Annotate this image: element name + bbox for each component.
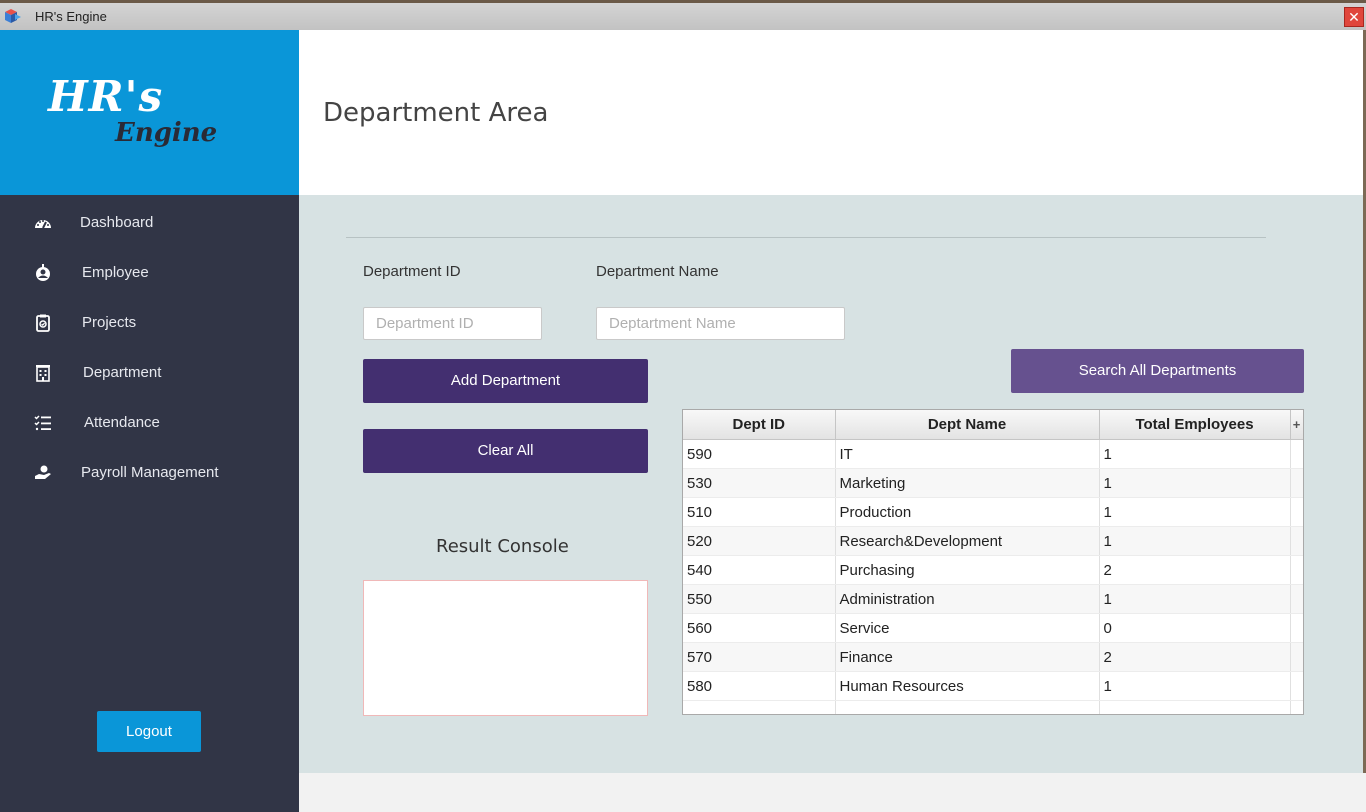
table-row[interactable]: 570 Finance 2 [683, 642, 1303, 672]
page-header: Department Area [299, 30, 1366, 195]
logo-area: HR's Engine [0, 30, 299, 195]
departments-table[interactable]: Dept ID Dept Name Total Employees + 590 I… [682, 409, 1304, 715]
dept-id-input[interactable] [363, 307, 542, 340]
close-button[interactable]: ✕ [1344, 7, 1364, 27]
cell-dept-name: Service [835, 613, 1100, 643]
result-console[interactable] [363, 580, 648, 716]
column-header-dept-name[interactable]: Dept Name [835, 410, 1100, 440]
cell-dept-name: Research&Development [835, 526, 1100, 556]
table-row[interactable]: 550 Administration 1 [683, 584, 1303, 614]
cell-total-employees: 1 [1099, 468, 1291, 498]
cell-dept-id: 520 [683, 526, 836, 556]
cell-empty [835, 700, 1100, 714]
cell-total-employees: 2 [1099, 642, 1291, 672]
cell-spacer [1290, 555, 1303, 585]
cell-empty [1099, 700, 1291, 714]
cell-dept-id: 550 [683, 584, 836, 614]
column-menu-button[interactable]: + [1290, 410, 1303, 440]
clipboard-icon [36, 314, 50, 332]
table-header-row: Dept ID Dept Name Total Employees + [683, 410, 1303, 440]
divider [346, 237, 1266, 238]
cell-spacer [1290, 671, 1303, 701]
cell-total-employees: 0 [1099, 613, 1291, 643]
cell-spacer [1290, 642, 1303, 672]
cell-spacer [1290, 584, 1303, 614]
cell-dept-name: Human Resources [835, 671, 1100, 701]
cell-spacer [1290, 613, 1303, 643]
cell-dept-id: 580 [683, 671, 836, 701]
dept-name-label: Department Name [596, 263, 719, 280]
cell-dept-name: Purchasing [835, 555, 1100, 585]
cell-dept-id: 590 [683, 439, 836, 469]
table-empty-row [683, 700, 1303, 714]
cell-dept-id: 540 [683, 555, 836, 585]
cell-total-employees: 2 [1099, 555, 1291, 585]
column-header-total-employees[interactable]: Total Employees [1099, 410, 1291, 440]
logo-text-hr: HR's [48, 72, 164, 121]
cell-empty [683, 700, 836, 714]
logout-button[interactable]: Logout [97, 711, 201, 752]
cell-total-employees: 1 [1099, 671, 1291, 701]
sidebar-item-label: Attendance [84, 414, 160, 431]
cell-spacer [1290, 468, 1303, 498]
sidebar-item-dashboard[interactable]: Dashboard [0, 201, 299, 245]
cell-dept-id: 570 [683, 642, 836, 672]
sidebar-item-payroll[interactable]: Payroll Management [0, 451, 299, 495]
cell-total-employees: 1 [1099, 439, 1291, 469]
table-row[interactable]: 510 Production 1 [683, 497, 1303, 527]
table-row[interactable]: 560 Service 0 [683, 613, 1303, 643]
cell-spacer [1290, 526, 1303, 556]
sidebar-item-employee[interactable]: Employee [0, 251, 299, 295]
table-body: 590 IT 1 530 Marketing 1 510 Production 1 520 Rese… [683, 439, 1303, 714]
window-titlebar: HR's Engine ✕ [0, 0, 1366, 30]
search-all-departments-button[interactable]: Search All Departments [1011, 349, 1304, 393]
sidebar-item-label: Payroll Management [81, 464, 219, 481]
dashboard-gauge-icon [35, 220, 51, 229]
sidebar-item-projects[interactable]: Projects [0, 301, 299, 345]
add-department-button[interactable]: Add Department [363, 359, 648, 403]
clear-all-button[interactable]: Clear All [363, 429, 648, 473]
cell-spacer [1290, 497, 1303, 527]
cell-total-employees: 1 [1099, 526, 1291, 556]
table-row[interactable]: 590 IT 1 [683, 439, 1303, 469]
cell-empty [1290, 700, 1303, 714]
page-title: Department Area [323, 98, 549, 128]
cell-total-employees: 1 [1099, 584, 1291, 614]
building-icon [36, 365, 50, 382]
app-logo-icon [5, 9, 21, 23]
footer-area [299, 773, 1366, 812]
sidebar-item-label: Department [83, 364, 162, 381]
cell-total-employees: 1 [1099, 497, 1291, 527]
result-console-label: Result Console [436, 536, 569, 557]
cell-dept-name: IT [835, 439, 1100, 469]
table-row[interactable]: 520 Research&Development 1 [683, 526, 1303, 556]
cell-spacer [1290, 439, 1303, 469]
sidebar-item-label: Dashboard [80, 214, 154, 231]
cell-dept-name: Marketing [835, 468, 1100, 498]
hand-coin-icon [35, 465, 51, 479]
sidebar: HR's Engine Dashboard Employee Projects [0, 30, 299, 812]
sidebar-item-department[interactable]: Department [0, 351, 299, 395]
checklist-icon [34, 415, 51, 431]
table-row[interactable]: 540 Purchasing 2 [683, 555, 1303, 585]
department-panel: Department ID Department Name Add Depart… [299, 195, 1363, 773]
cell-dept-id: 560 [683, 613, 836, 643]
dept-name-input[interactable] [596, 307, 845, 340]
window-title: HR's Engine [35, 9, 107, 24]
dept-id-label: Department ID [363, 263, 461, 280]
sidebar-item-label: Projects [82, 314, 137, 331]
table-row[interactable]: 530 Marketing 1 [683, 468, 1303, 498]
employee-icon [36, 264, 50, 281]
sidebar-item-label: Employee [82, 264, 149, 281]
cell-dept-id: 510 [683, 497, 836, 527]
sidebar-item-attendance[interactable]: Attendance [0, 401, 299, 445]
cell-dept-name: Administration [835, 584, 1100, 614]
cell-dept-id: 530 [683, 468, 836, 498]
cell-dept-name: Production [835, 497, 1100, 527]
column-header-dept-id[interactable]: Dept ID [683, 410, 836, 440]
table-row[interactable]: 580 Human Resources 1 [683, 671, 1303, 701]
cell-dept-name: Finance [835, 642, 1100, 672]
logo-text-engine: Engine [115, 118, 218, 148]
